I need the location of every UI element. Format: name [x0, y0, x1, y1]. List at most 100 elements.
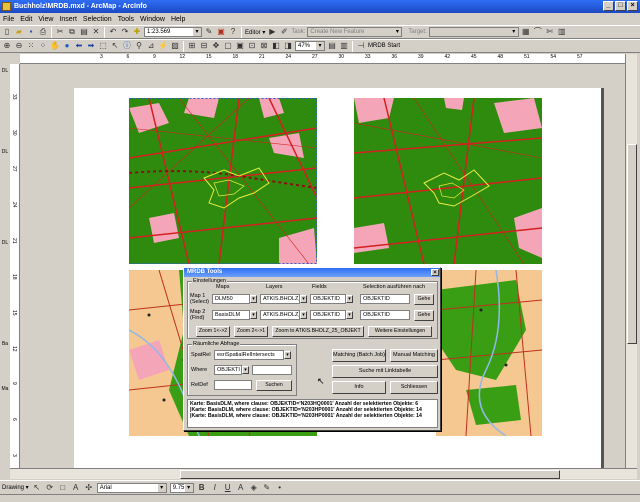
toc-label-dl-3[interactable]: DL: [1, 240, 9, 246]
select-features-icon[interactable]: ⬚: [98, 41, 108, 51]
spatrel-select[interactable]: esriSpatialRelIntersects: [214, 350, 284, 360]
matching-batch-button[interactable]: Matching (Batch Job): [332, 349, 386, 362]
copy-icon[interactable]: ⧉: [67, 27, 77, 37]
map1-maps-dropdown-icon[interactable]: ▾: [250, 295, 257, 303]
toggle-draft-icon[interactable]: ▤: [327, 41, 337, 51]
italic-button[interactable]: I: [210, 483, 220, 493]
measure-icon[interactable]: ⊿: [146, 41, 156, 51]
map-frame-dlm50-top-left[interactable]: [129, 98, 317, 264]
reldef-input[interactable]: [214, 380, 252, 390]
editor-toolbar-icon[interactable]: ✎: [204, 27, 214, 37]
sketch-properties-icon[interactable]: ⌒: [533, 27, 543, 37]
zoom-out-icon[interactable]: ⊖: [14, 41, 24, 51]
dialog-close-button[interactable]: ×: [431, 269, 439, 276]
fixed-zoom-in-icon[interactable]: ⁙: [26, 41, 36, 51]
vertical-scrollbar[interactable]: [625, 54, 637, 468]
line-color-icon[interactable]: ✎: [262, 483, 272, 493]
go-forward-extent-icon[interactable]: ◨: [283, 41, 293, 51]
suche-linktabelle-button[interactable]: Suche mit Linktabelle: [332, 365, 438, 378]
map2-selection-input[interactable]: OBJEKTID: [360, 310, 410, 320]
delete-icon[interactable]: ✕: [91, 27, 101, 37]
select-elements-icon[interactable]: ↖: [110, 41, 120, 51]
select-elements-icon[interactable]: ↖: [32, 483, 42, 493]
rotate-icon[interactable]: ▥: [557, 27, 567, 37]
map-frame-bottom-right[interactable]: [436, 270, 542, 436]
toc-label-ma[interactable]: Ma: [1, 386, 9, 392]
result-log[interactable]: Karte: BasisDLM, where clause: OBJEKTID=…: [187, 399, 438, 428]
maximize-button[interactable]: □: [615, 1, 626, 11]
zoom-to-object-button[interactable]: Zoom to ATKIS.BHOLZ_25_OBJEKT: [272, 326, 364, 337]
toc-label-dl[interactable]: DL: [1, 68, 9, 74]
drawing-menu[interactable]: Drawing ▾: [2, 484, 29, 491]
target-combo[interactable]: [428, 27, 519, 37]
pan-icon[interactable]: ✋: [50, 41, 60, 51]
map1-gehe-button[interactable]: Gehe: [414, 294, 434, 305]
toc-label-ba[interactable]: Ba: [1, 341, 9, 347]
spatrel-dropdown-icon[interactable]: ▾: [284, 351, 291, 359]
text-tool-icon[interactable]: A: [71, 483, 81, 493]
menu-tools[interactable]: Tools: [118, 16, 134, 23]
menu-view[interactable]: View: [38, 16, 53, 23]
map2-fields-dropdown-icon[interactable]: ▾: [346, 311, 353, 319]
layout-pan-icon[interactable]: ✥: [211, 41, 221, 51]
identify-icon[interactable]: ⓘ: [122, 41, 132, 51]
print-icon[interactable]: ⎙: [38, 27, 48, 37]
map2-gehe-button[interactable]: Gehe: [414, 310, 434, 321]
marker-color-icon[interactable]: •: [275, 483, 285, 493]
map1-layers-select[interactable]: ATKIS.BHOLZ_: [260, 294, 300, 304]
new-document-icon[interactable]: ▯: [2, 27, 12, 37]
weitere-einstellungen-button[interactable]: Weitere Einstellungen: [368, 326, 432, 337]
minimize-button[interactable]: _: [603, 1, 614, 11]
whats-this-icon[interactable]: ?: [228, 27, 238, 37]
edit-vertices-icon[interactable]: ✣: [84, 483, 94, 493]
menu-window[interactable]: Window: [140, 16, 165, 23]
forward-extent-icon[interactable]: ➡: [86, 41, 96, 51]
layout-zoom-in-icon[interactable]: ⊞: [187, 41, 197, 51]
bold-button[interactable]: B: [197, 483, 207, 493]
map2-fields-select[interactable]: OBJEKTID: [310, 310, 346, 320]
underline-button[interactable]: U: [223, 483, 233, 493]
cut-icon[interactable]: ✂: [55, 27, 65, 37]
zoom-100-icon[interactable]: ▣: [235, 41, 245, 51]
task-combo[interactable]: Create New Feature: [307, 27, 403, 37]
rectangle-tool-icon[interactable]: □: [58, 483, 68, 493]
back-extent-icon[interactable]: ⬅: [74, 41, 84, 51]
map2-layers-select[interactable]: ATKIS.BHOLZ_: [260, 310, 300, 320]
full-extent-icon[interactable]: ●: [62, 41, 72, 51]
fixed-layout-zoom-out-icon[interactable]: ⊠: [259, 41, 269, 51]
map1-selection-input[interactable]: OBJEKTID: [360, 294, 410, 304]
undo-icon[interactable]: ↶: [108, 27, 118, 37]
map1-layers-dropdown-icon[interactable]: ▾: [300, 295, 307, 303]
redo-icon[interactable]: ↷: [120, 27, 130, 37]
map2-maps-dropdown-icon[interactable]: ▾: [250, 311, 257, 319]
editor-menu[interactable]: Editor ▾: [245, 29, 265, 36]
zoom-2-1-button[interactable]: Zoom 2<->1: [234, 326, 268, 337]
zoom-whole-page-icon[interactable]: ▢: [223, 41, 233, 51]
manual-matching-button[interactable]: Manual Matching: [390, 349, 438, 362]
layout-zoom-combo[interactable]: 47%: [295, 41, 325, 51]
map1-fields-select[interactable]: OBJEKTID: [310, 294, 346, 304]
suchen-button[interactable]: Suchen: [256, 380, 292, 391]
horizontal-scroll-thumb[interactable]: [180, 470, 560, 479]
rotate-element-icon[interactable]: ⟳: [45, 483, 55, 493]
font-color-icon[interactable]: A: [236, 483, 246, 493]
map1-fields-dropdown-icon[interactable]: ▾: [346, 295, 353, 303]
find-icon[interactable]: ⚲: [134, 41, 144, 51]
menu-insert[interactable]: Insert: [59, 16, 77, 23]
attributes-icon[interactable]: ▦: [521, 27, 531, 37]
font-name-combo[interactable]: Arial: [96, 482, 167, 493]
info-button[interactable]: Info: [332, 381, 386, 394]
go-back-extent-icon[interactable]: ◧: [271, 41, 281, 51]
menu-help[interactable]: Help: [171, 16, 185, 23]
hyperlink-icon[interactable]: ⚡: [158, 41, 168, 51]
arctoolbox-icon[interactable]: ▣: [216, 27, 226, 37]
menu-edit[interactable]: Edit: [20, 16, 32, 23]
focus-data-frame-icon[interactable]: ▥: [339, 41, 349, 51]
menu-selection[interactable]: Selection: [83, 16, 112, 23]
layout-zoom-out-icon[interactable]: ⊟: [199, 41, 209, 51]
horizontal-scrollbar[interactable]: [10, 468, 637, 479]
toc-label-dl-2[interactable]: DL: [1, 149, 9, 155]
map1-maps-select[interactable]: DLM50: [212, 294, 250, 304]
split-icon[interactable]: ✄: [545, 27, 555, 37]
paste-icon[interactable]: ▤: [79, 27, 89, 37]
